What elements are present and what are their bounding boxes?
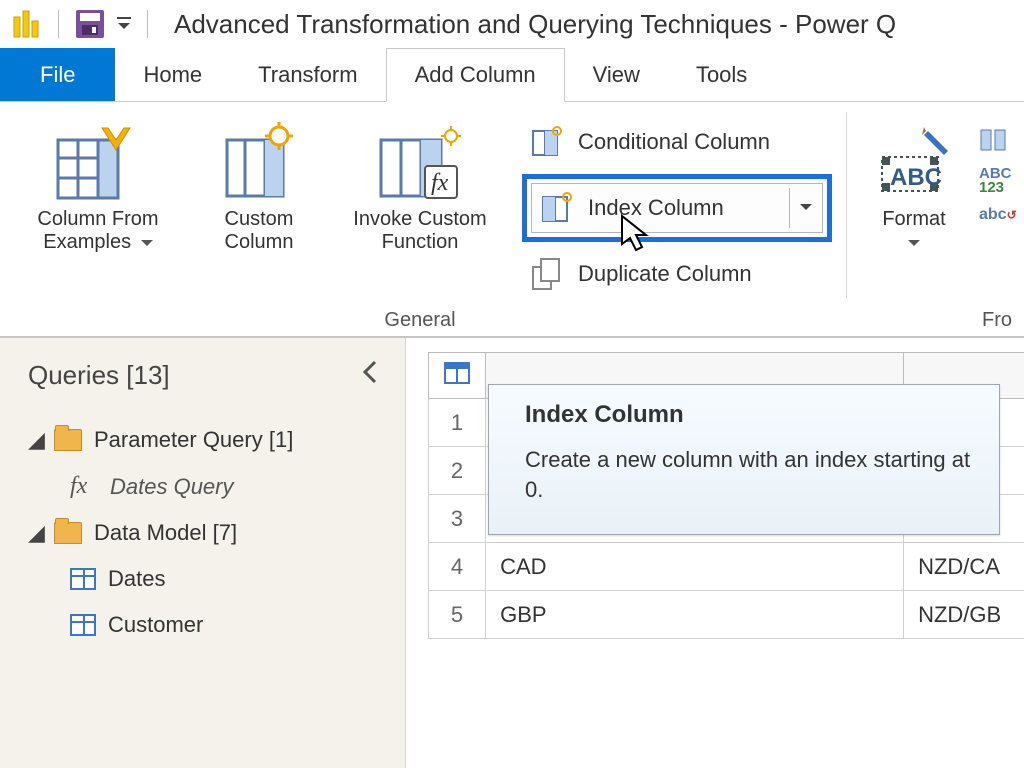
query-group-parameter[interactable]: ◢ Parameter Query [1] [0,417,405,463]
index-column-label: Index Column [588,195,779,221]
table-icon [70,614,96,636]
tab-file[interactable]: File [0,48,115,101]
merge-columns-button[interactable] [979,128,1017,157]
table-corner-button[interactable] [429,353,486,399]
tab-home[interactable]: Home [115,48,230,101]
tab-add-column-label: Add Column [415,62,536,88]
index-column-button[interactable]: Index Column [531,183,823,233]
column-from-examples-button[interactable]: Column From Examples [8,110,188,256]
folder-icon [54,522,82,544]
format-icon: ABC [874,116,954,208]
dropdown-caret-icon [141,231,153,254]
table-cell-code[interactable]: GBP [486,591,904,639]
column-from-examples-label-2: Examples [43,231,131,253]
table-rownum: 3 [429,495,486,543]
svg-text:fx: fx [431,170,449,196]
dropdown-caret-icon [908,231,920,253]
tab-tools-label: Tools [696,62,747,88]
app-logo-icon [8,7,44,41]
invoke-custom-function-button[interactable]: fx Invoke Custom Function [330,110,510,256]
queries-header: Queries [13] [28,360,170,391]
table-cell-code[interactable]: CAD [486,543,904,591]
qat-save-button[interactable] [73,7,107,41]
tooltip-title: Index Column [525,401,975,429]
invoke-custom-function-icon: fx [375,116,465,208]
qat-customize-button[interactable] [115,7,133,41]
table-row[interactable]: 4 CAD NZD/CA [429,543,1024,591]
highlight-index-column: Index Column [522,174,832,242]
table-cell-pair[interactable]: NZD/GB [904,591,1024,639]
table-cell-pair[interactable]: NZD/CA [904,543,1024,591]
abcsigma-icon: abc↺ [979,206,1017,224]
duplicate-column-label: Duplicate Column [578,261,752,287]
conditional-column-label: Conditional Column [578,129,770,155]
query-item-customer-label: Customer [108,612,203,638]
invoke-custom-function-label-2: Function [382,231,459,253]
ribbon-group-separator [846,112,847,298]
group-label-general: General [8,305,832,332]
query-group-data-model[interactable]: ◢ Data Model [7] [0,510,405,556]
custom-column-label-2: Column [225,231,294,253]
expand-icon: ◢ [28,427,42,453]
query-item-dates[interactable]: Dates [0,556,405,602]
column-from-examples-icon [54,116,142,208]
tooltip-index-column: Index Column Create a new column with an… [488,384,1000,535]
query-group-data-model-label: Data Model [7] [94,520,237,546]
custom-column-button[interactable]: Custom Column [194,110,324,256]
query-item-dates-query-label: Dates Query [110,474,234,500]
conditional-column-icon [528,122,568,162]
tab-view-label: View [593,62,640,88]
extract-button[interactable]: ABC123 [979,167,1017,196]
query-item-dates-query[interactable]: fx Dates Query [0,463,405,510]
index-column-dropdown[interactable] [789,188,822,228]
duplicate-column-button[interactable]: Duplicate Column [522,248,832,300]
tab-file-label: File [40,62,75,88]
tab-view[interactable]: View [565,48,668,101]
cursor-icon [620,214,652,259]
index-column-icon [538,188,578,228]
query-item-customer[interactable]: Customer [0,602,405,648]
expand-icon: ◢ [28,520,42,546]
column-from-examples-label-1: Column From [37,208,158,230]
table-rownum: 2 [429,447,486,495]
tab-transform-label: Transform [258,62,357,88]
table-icon [70,568,96,590]
table-rownum: 1 [429,399,486,447]
titlebar-separator [58,10,59,38]
svg-text:ABC: ABC [890,164,942,191]
group-label-from: Fro [861,305,1016,332]
custom-column-icon [219,116,299,208]
parse-button[interactable]: abc↺ [979,206,1017,224]
merge-icon [979,128,1009,157]
format-button[interactable]: ABC Format [861,110,967,256]
window-title: Advanced Transformation and Querying Tec… [174,9,896,40]
function-icon: fx [70,473,98,500]
tooltip-body: Create a new column with an index starti… [525,445,975,504]
format-label: Format [882,208,945,230]
folder-icon [54,429,82,451]
titlebar-separator-2 [147,10,148,38]
invoke-custom-function-label-1: Invoke Custom [353,208,486,230]
table-icon [443,361,471,391]
tab-add-column[interactable]: Add Column [386,48,565,102]
custom-column-label-1: Custom [225,208,294,230]
tab-tools[interactable]: Tools [668,48,775,101]
tab-home-label: Home [143,62,202,88]
conditional-column-button[interactable]: Conditional Column [522,116,832,168]
queries-collapse-button[interactable] [361,358,381,393]
table-rownum: 5 [429,591,486,639]
duplicate-column-icon [528,254,568,294]
abc123-icon: ABC123 [979,167,1012,196]
query-item-dates-label: Dates [108,566,165,592]
query-group-parameter-label: Parameter Query [1] [94,427,293,453]
tab-transform[interactable]: Transform [230,48,385,101]
table-row[interactable]: 5 GBP NZD/GB [429,591,1024,639]
table-rownum: 4 [429,543,486,591]
